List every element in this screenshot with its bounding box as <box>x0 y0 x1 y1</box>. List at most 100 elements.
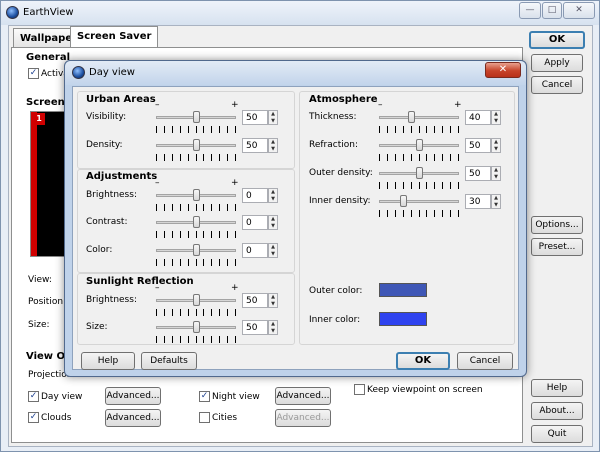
maximize-button[interactable]: □ <box>542 2 562 19</box>
quit-button[interactable]: Quit <box>531 425 583 443</box>
view-label: View: <box>28 275 52 285</box>
activate-checkbox[interactable]: ✓ <box>28 68 39 79</box>
keep-viewpoint-label: Keep viewpoint on screen <box>367 385 483 395</box>
dialog-ok-button[interactable]: OK <box>396 352 450 370</box>
spin-down-icon[interactable]: ▼ <box>492 202 500 209</box>
sunlight-size-spinner[interactable]: ▲ ▼ <box>268 320 278 335</box>
atmosphere-refraction-slider-thumb[interactable] <box>416 139 423 151</box>
spin-down-icon[interactable]: ▼ <box>492 174 500 181</box>
sunlight-size-value-input[interactable] <box>242 320 268 335</box>
clouds-checkbox[interactable]: ✓ <box>28 412 39 423</box>
atmosphere-refraction-value-input[interactable] <box>465 138 491 153</box>
sunlight-brightness-value-input[interactable] <box>242 293 268 308</box>
spin-down-icon[interactable]: ▼ <box>492 118 500 125</box>
adjustments-color-label: Color: <box>86 245 113 255</box>
atmosphere-outer-density-value-input[interactable] <box>465 166 491 181</box>
apply-button[interactable]: Apply <box>531 54 583 72</box>
spin-up-icon[interactable]: ▲ <box>492 167 500 174</box>
spin-down-icon[interactable]: ▼ <box>269 251 277 258</box>
adjustments-brightness-slider-thumb[interactable] <box>193 189 200 201</box>
day-view-checkbox[interactable]: ✓ <box>28 391 39 402</box>
spin-down-icon[interactable]: ▼ <box>269 328 277 335</box>
night-view-checkbox[interactable]: ✓ <box>199 391 210 402</box>
spin-down-icon[interactable]: ▼ <box>269 118 277 125</box>
sunlight-brightness-label: Brightness: <box>86 295 137 305</box>
urban-density-tick-marks <box>156 154 236 161</box>
urban-visibility-value-input[interactable] <box>242 110 268 125</box>
atmosphere-refraction-spinner[interactable]: ▲ ▼ <box>491 138 501 153</box>
spin-up-icon[interactable]: ▲ <box>269 139 277 146</box>
adjustments-color-value-input[interactable] <box>242 243 268 258</box>
help-button[interactable]: Help <box>531 379 583 397</box>
atmosphere-inner-density-value-input[interactable] <box>465 194 491 209</box>
atmosphere-thickness-slider-thumb[interactable] <box>408 111 415 123</box>
adjustments-color-spinner[interactable]: ▲ ▼ <box>268 243 278 258</box>
spin-down-icon[interactable]: ▼ <box>269 223 277 230</box>
cancel-button[interactable]: Cancel <box>531 76 583 94</box>
atmosphere-inner-density-spinner[interactable]: ▲ ▼ <box>491 194 501 209</box>
options-button[interactable]: Options... <box>531 216 583 234</box>
sunlight-minus-marker: – <box>155 283 160 293</box>
atmosphere-inner-density-slider-thumb[interactable] <box>400 195 407 207</box>
atmosphere-thickness-spinner[interactable]: ▲ ▼ <box>491 110 501 125</box>
adjustments-contrast-value-input[interactable] <box>242 215 268 230</box>
adjustments-contrast-spinner[interactable]: ▲ ▼ <box>268 215 278 230</box>
atmosphere-inner-density-slider-track[interactable] <box>379 200 459 203</box>
clouds-advanced-button[interactable]: Advanced... <box>105 409 161 427</box>
atmosphere-outer-density-spinner[interactable]: ▲ ▼ <box>491 166 501 181</box>
sunlight-brightness-spinner[interactable]: ▲ ▼ <box>268 293 278 308</box>
cities-checkbox[interactable] <box>199 412 210 423</box>
atmosphere-minus-marker: – <box>378 100 383 110</box>
spin-up-icon[interactable]: ▲ <box>492 111 500 118</box>
dialog-close-button[interactable]: ✕ <box>485 62 521 78</box>
atmosphere-inner-density-tick-marks <box>379 210 459 217</box>
general-group-title: General <box>26 52 70 63</box>
night-view-advanced-button[interactable]: Advanced... <box>275 387 331 405</box>
spin-up-icon[interactable]: ▲ <box>492 139 500 146</box>
adjustments-brightness-spinner[interactable]: ▲ ▼ <box>268 188 278 203</box>
spin-up-icon[interactable]: ▲ <box>269 294 277 301</box>
urban-density-spinner[interactable]: ▲ ▼ <box>268 138 278 153</box>
dialog-help-button[interactable]: Help <box>81 352 135 370</box>
defaults-button[interactable]: Defaults <box>141 352 197 370</box>
preset-button[interactable]: Preset... <box>531 238 583 256</box>
spin-up-icon[interactable]: ▲ <box>269 111 277 118</box>
atmosphere-outer-density-slider-thumb[interactable] <box>416 167 423 179</box>
adjustments-brightness-tick-marks <box>156 204 236 211</box>
sunlight-brightness-slider-thumb[interactable] <box>193 294 200 306</box>
urban-density-value-input[interactable] <box>242 138 268 153</box>
tab-screen-saver[interactable]: Screen Saver <box>70 26 159 48</box>
day-view-advanced-button[interactable]: Advanced... <box>105 387 161 405</box>
ok-button[interactable]: OK <box>529 31 585 49</box>
monitor-number-badge: 1 <box>33 113 45 125</box>
adjustments-color-slider-thumb[interactable] <box>193 244 200 256</box>
cities-advanced-button[interactable]: Advanced... <box>275 409 331 427</box>
adjustments-brightness-value-input[interactable] <box>242 188 268 203</box>
atmosphere-thickness-value-input[interactable] <box>465 110 491 125</box>
sunlight-size-slider-thumb[interactable] <box>193 321 200 333</box>
spin-down-icon[interactable]: ▼ <box>269 196 277 203</box>
atmosphere-thickness-slider-track[interactable] <box>379 116 459 119</box>
spin-up-icon[interactable]: ▲ <box>269 321 277 328</box>
spin-down-icon[interactable]: ▼ <box>492 146 500 153</box>
outer-color-swatch[interactable] <box>379 283 427 297</box>
minimize-button[interactable]: — <box>519 2 541 19</box>
spin-up-icon[interactable]: ▲ <box>269 189 277 196</box>
dialog-cancel-button[interactable]: Cancel <box>457 352 513 370</box>
inner-color-swatch[interactable] <box>379 312 427 326</box>
spin-down-icon[interactable]: ▼ <box>269 146 277 153</box>
about-button[interactable]: About... <box>531 402 583 420</box>
main-titlebar: EarthView — □ ✕ <box>1 1 599 25</box>
urban-visibility-slider-thumb[interactable] <box>193 111 200 123</box>
atmosphere-thickness-label: Thickness: <box>309 112 357 122</box>
spin-down-icon[interactable]: ▼ <box>269 301 277 308</box>
adjustments-contrast-slider-thumb[interactable] <box>193 216 200 228</box>
spin-up-icon[interactable]: ▲ <box>269 244 277 251</box>
urban-density-slider-thumb[interactable] <box>193 139 200 151</box>
spin-up-icon[interactable]: ▲ <box>492 195 500 202</box>
spin-up-icon[interactable]: ▲ <box>269 216 277 223</box>
close-button[interactable]: ✕ <box>563 2 595 19</box>
keep-viewpoint-checkbox[interactable] <box>354 384 365 395</box>
urban-visibility-spinner[interactable]: ▲ ▼ <box>268 110 278 125</box>
cities-label: Cities <box>212 413 238 423</box>
